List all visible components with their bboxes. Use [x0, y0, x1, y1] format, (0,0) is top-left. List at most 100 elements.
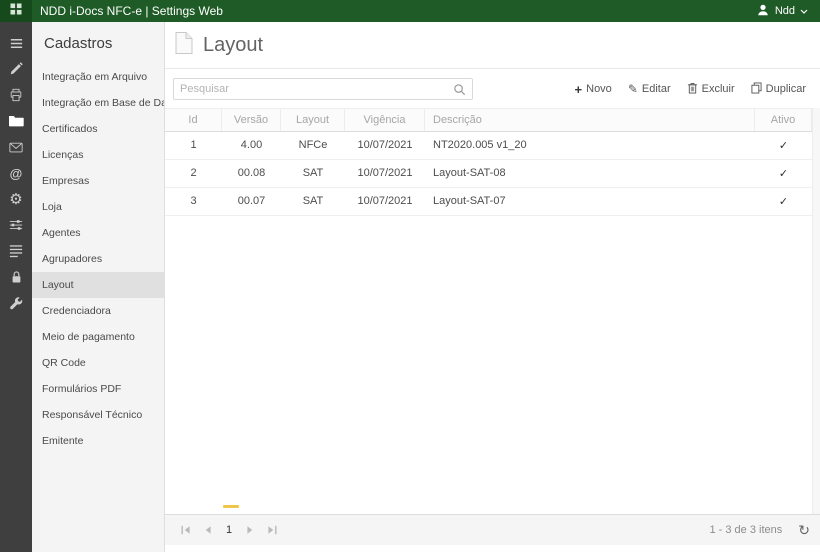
main-content: Layout + Novo ✎ Editar [164, 22, 820, 552]
column-header-ativo[interactable]: Ativo [755, 109, 812, 131]
icon-strip: @ ⚙ [0, 22, 32, 552]
sidebar-item-formularios-pdf[interactable]: Formulários PDF [32, 376, 164, 402]
cell-layout: SAT [302, 167, 324, 179]
loading-indicator [223, 505, 239, 508]
page-title: Layout [203, 34, 264, 56]
edit-button-label: Editar [641, 83, 671, 95]
chevron-down-icon [800, 5, 808, 17]
user-avatar-icon [756, 3, 770, 20]
cell-versao: 4.00 [240, 139, 263, 151]
page-header: Layout [165, 22, 820, 69]
apps-menu-button[interactable] [0, 0, 32, 22]
active-check-icon: ✓ [778, 168, 789, 180]
first-page-button[interactable] [175, 519, 197, 541]
apps-grid-icon [10, 2, 22, 20]
cell-id: 2 [190, 167, 197, 179]
new-button[interactable]: + Novo [575, 83, 612, 96]
column-header-vigencia[interactable]: Vigência [345, 109, 425, 131]
active-check-icon: ✓ [778, 140, 789, 152]
body: @ ⚙ Cadastros Integração em Arquivo Inte… [0, 22, 820, 552]
trash-icon [687, 82, 698, 97]
refresh-icon[interactable]: ↻ [798, 523, 810, 537]
cell-descricao: Layout-SAT-08 [433, 167, 506, 179]
cell-versao: 00.08 [237, 167, 266, 179]
sidebar-title: Cadastros [44, 35, 113, 52]
new-button-label: Novo [586, 83, 612, 95]
sidebar-item-integracao-base-dados[interactable]: Integração em Base de Dados [32, 90, 164, 116]
cell-vigencia: 10/07/2021 [357, 139, 413, 151]
duplicate-button-label: Duplicar [765, 83, 806, 95]
column-header-versao[interactable]: Versão [222, 109, 281, 131]
sidebar-item-emitente[interactable]: Emitente [32, 428, 164, 454]
sidebar-item-loja[interactable]: Loja [32, 194, 164, 220]
sidebar-item-responsavel-tecnico[interactable]: Responsável Técnico [32, 402, 164, 428]
pager-right: 1 - 3 de 3 itens ↻ [709, 523, 810, 537]
cell-layout: NFCe [298, 139, 328, 151]
cell-descricao: Layout-SAT-07 [433, 195, 506, 207]
column-header-descricao[interactable]: Descrição [425, 109, 755, 131]
delete-button-label: Excluir [701, 83, 735, 95]
search-icon[interactable] [453, 83, 472, 96]
duplicate-button[interactable]: Duplicar [751, 82, 806, 97]
cell-vigencia: 10/07/2021 [357, 195, 413, 207]
user-menu[interactable]: Ndd [756, 3, 808, 20]
sidebar-item-agentes[interactable]: Agentes [32, 220, 164, 246]
pager-info: 1 - 3 de 3 itens [709, 524, 783, 536]
cell-id: 3 [190, 195, 197, 207]
sidebar-item-certificados[interactable]: Certificados [32, 116, 164, 142]
sidebar-cadastros: Cadastros Integração em Arquivo Integraç… [32, 22, 164, 552]
toolbar: + Novo ✎ Editar Excluir [165, 69, 820, 108]
cell-layout: SAT [302, 195, 324, 207]
plus-icon: + [574, 81, 583, 97]
copy-icon [751, 82, 762, 97]
topbar: NDD i-Docs NFC-e | Settings Web Ndd [0, 0, 820, 22]
delete-button[interactable]: Excluir [687, 82, 735, 97]
page-number[interactable]: 1 [219, 520, 239, 540]
sliders-icon[interactable] [0, 212, 32, 238]
mail-icon[interactable] [0, 134, 32, 160]
column-header-id[interactable]: Id [165, 109, 222, 131]
sidebar-item-integracao-arquivo[interactable]: Integração em Arquivo [32, 64, 164, 90]
pencil-icon: ✎ [627, 82, 638, 96]
lock-icon[interactable] [0, 264, 32, 290]
sidebar-item-licencas[interactable]: Licenças [32, 142, 164, 168]
active-check-icon: ✓ [778, 196, 789, 208]
prev-page-button[interactable] [197, 519, 219, 541]
document-icon [173, 31, 195, 60]
user-name: Ndd [774, 5, 795, 17]
last-page-button[interactable] [261, 519, 283, 541]
mention-at-icon[interactable]: @ [0, 160, 32, 186]
settings-gear-icon[interactable]: ⚙ [0, 186, 32, 212]
sidebar-item-layout[interactable]: Layout [32, 272, 164, 298]
table-row-2[interactable]: 2 00.08 SAT 10/07/2021 Layout-SAT-08 ✓ [165, 160, 812, 188]
design-pen-icon[interactable] [0, 56, 32, 82]
cell-vigencia: 10/07/2021 [357, 167, 413, 179]
sidebar-item-credenciadora[interactable]: Credenciadora [32, 298, 164, 324]
app-title: NDD i-Docs NFC-e | Settings Web [40, 4, 223, 18]
tools-wrench-icon[interactable] [0, 290, 32, 316]
list-rows-icon[interactable] [0, 238, 32, 264]
data-grid: Id Versão Layout Vigência Descrição Ativ… [165, 108, 820, 514]
sidebar-item-meio-pagamento[interactable]: Meio de pagamento [32, 324, 164, 350]
column-header-layout[interactable]: Layout [281, 109, 345, 131]
edit-button[interactable]: ✎ Editar [628, 83, 671, 95]
next-page-button[interactable] [239, 519, 261, 541]
toolbar-actions: + Novo ✎ Editar Excluir Duplicar [575, 82, 812, 97]
pager: 1 1 - 3 de 3 itens ↻ [165, 514, 820, 545]
table-row-1[interactable]: 1 4.00 NFCe 10/07/2021 NT2020.005 v1_20 … [165, 132, 812, 160]
sidebar-item-agrupadores[interactable]: Agrupadores [32, 246, 164, 272]
grid-scrollbar[interactable] [812, 108, 820, 514]
menu-icon[interactable] [0, 30, 32, 56]
sidebar-item-qr-code[interactable]: QR Code [32, 350, 164, 376]
search-box [173, 78, 473, 100]
cell-versao: 00.07 [237, 195, 266, 207]
printer-icon[interactable] [0, 82, 32, 108]
cell-descricao: NT2020.005 v1_20 [433, 139, 527, 151]
table-row-3[interactable]: 3 00.07 SAT 10/07/2021 Layout-SAT-07 ✓ [165, 188, 812, 216]
search-input[interactable] [174, 83, 453, 95]
app-window: NDD i-Docs NFC-e | Settings Web Ndd @ ⚙ … [0, 0, 820, 552]
sidebar-item-empresas[interactable]: Empresas [32, 168, 164, 194]
folder-cadastros-icon[interactable] [0, 108, 32, 134]
bottom-strip [165, 545, 820, 552]
grid-header-row: Id Versão Layout Vigência Descrição Ativ… [165, 108, 812, 132]
